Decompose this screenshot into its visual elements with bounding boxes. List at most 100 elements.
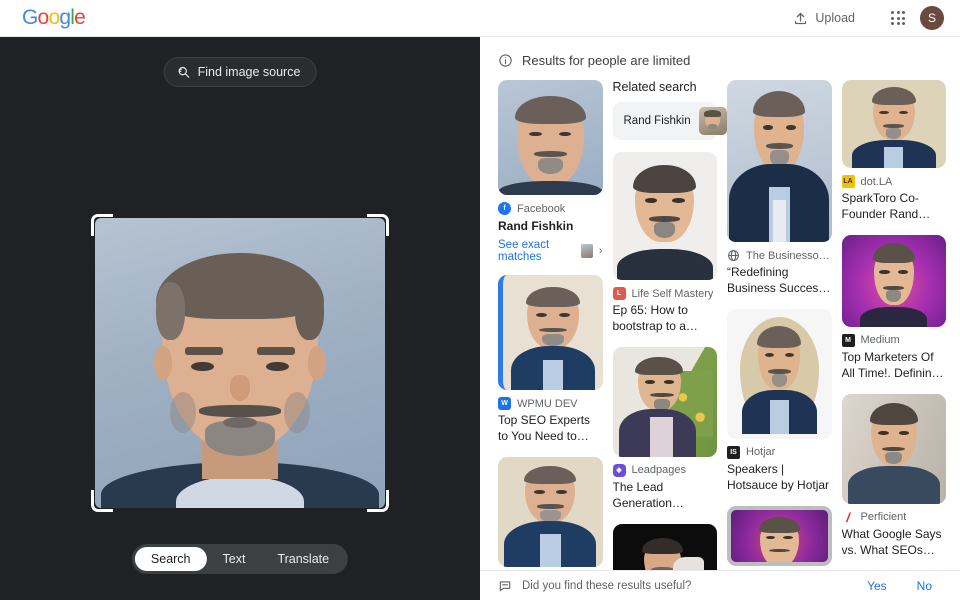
result-title: Ep 65: How to bootstrap to a $45...: [612, 303, 688, 333]
portrait-illustration: [613, 524, 718, 570]
result-source-name: Facebook: [517, 202, 566, 215]
result-source-name: Life Self Mastery: [631, 287, 714, 300]
result-card-facebook[interactable]: f Facebook Rand Fishkin See exact matche…: [498, 80, 603, 263]
result-card-hotjar[interactable]: IS Hotjar Speakers | Hotsauce by Hotjar: [727, 308, 832, 494]
upload-label: Upload: [815, 11, 855, 25]
result-thumbnail[interactable]: [727, 80, 832, 242]
google-apps-button[interactable]: [886, 6, 910, 30]
app-header: Google Upload S: [0, 0, 960, 37]
result-thumbnail[interactable]: [498, 80, 603, 195]
avatar[interactable]: S: [920, 6, 944, 30]
result-card-dot-la[interactable]: LA dot.LA SparkToro Co-Founder Rand Fish…: [841, 80, 947, 223]
result-thumbnail[interactable]: [841, 393, 947, 504]
exact-match-thumbnail: [581, 244, 593, 258]
results-notice: Results for people are limited: [480, 37, 960, 80]
portrait-illustration: [503, 275, 603, 390]
leadpages-icon: ◈: [612, 463, 626, 477]
result-source-name: The Businessolog...: [746, 249, 832, 262]
tab-translate[interactable]: Translate: [261, 547, 345, 571]
find-image-source-button[interactable]: Find image source: [163, 57, 317, 87]
result-title: Top Marketers Of All Time!. Defining the…: [841, 349, 939, 380]
tab-text[interactable]: Text: [207, 547, 262, 571]
result-source-row: LA dot.LA: [841, 175, 947, 188]
result-thumbnail[interactable]: [498, 275, 603, 390]
related-search-label: Rand Fishkin: [623, 115, 691, 127]
related-search-item-rand-fishkin[interactable]: Rand Fishkin: [612, 102, 727, 140]
portrait-illustration: [842, 394, 947, 504]
results-scroll-area[interactable]: f Facebook Rand Fishkin See exact matche…: [480, 80, 960, 570]
main-image[interactable]: [95, 218, 385, 508]
related-search-thumbnail: [698, 107, 727, 135]
result-thumbnail[interactable]: [612, 523, 718, 570]
portrait-illustration: [613, 152, 718, 280]
feedback-no-button[interactable]: No: [907, 579, 942, 593]
feedback-yes-button[interactable]: Yes: [857, 579, 897, 593]
apps-grid-icon: [891, 11, 905, 25]
dot-la-icon: LA: [841, 175, 855, 188]
result-source-row: ◈ Leadpages: [612, 463, 718, 477]
portrait-illustration: [498, 80, 603, 195]
result-source-name: WPMU DEV: [517, 397, 578, 410]
portrait-illustration: [727, 309, 832, 439]
portrait-illustration: [842, 80, 947, 168]
result-thumbnail[interactable]: [841, 234, 947, 327]
result-source-name: Leadpages: [631, 464, 686, 477]
portrait-illustration: [613, 347, 718, 457]
result-card-medium[interactable]: M Medium Top Marketers Of All Time!. Def…: [841, 234, 947, 382]
logo-letter-6: e: [74, 6, 86, 29]
result-card-leadpages[interactable]: ◈ Leadpages The Lead Generation Podcast …: [612, 346, 718, 512]
result-source-row: W WPMU DEV: [498, 397, 603, 410]
results-column-3: The Businessolog... “Redefining Business…: [727, 80, 832, 566]
result-thumbnail[interactable]: [612, 152, 718, 280]
results-column-4: LA dot.LA SparkToro Co-Founder Rand Fish…: [841, 80, 947, 559]
result-title: “Redefining Business Success with...: [727, 265, 825, 295]
result-source-row: f Facebook: [498, 202, 603, 215]
logo-letter-3: o: [48, 6, 60, 29]
result-card-partial-bottom-2[interactable]: [612, 523, 718, 570]
mode-tab-bar: Search Text Translate: [131, 544, 349, 574]
result-card-partial-bottom-3[interactable]: [727, 505, 832, 566]
result-source-name: Hotjar: [746, 446, 776, 459]
perficient-icon: /: [846, 510, 850, 524]
result-source-row: M Medium: [841, 333, 947, 347]
upload-icon: [793, 11, 808, 26]
results-column-1: f Facebook Rand Fishkin See exact matche…: [498, 80, 603, 570]
wpmu-dev-icon: W: [498, 397, 511, 410]
result-source-name: Medium: [860, 334, 900, 347]
result-thumbnail[interactable]: [727, 505, 832, 566]
result-title: What Google Says vs. What SEOs Believe, …: [841, 526, 942, 557]
result-source-name: Perficient: [860, 511, 907, 524]
feedback-bar: Did you find these results useful? Yes N…: [480, 570, 960, 600]
result-title: Top SEO Experts to You Need to Follow t.…: [498, 413, 591, 443]
upload-button[interactable]: Upload: [784, 6, 864, 31]
result-card-life-self-mastery[interactable]: L Life Self Mastery Ep 65: How to bootst…: [612, 152, 718, 335]
portrait-illustration: [842, 235, 947, 327]
result-thumbnail[interactable]: [727, 308, 832, 439]
life-self-mastery-icon: L: [612, 287, 626, 300]
image-viewer-panel: Find image source Search Text Translate: [0, 37, 480, 600]
image-search-icon: [177, 65, 191, 79]
result-source-row: L Life Self Mastery: [612, 287, 718, 300]
google-logo[interactable]: Google: [22, 6, 86, 30]
see-exact-matches-link[interactable]: See exact matches ›: [498, 239, 603, 263]
info-icon: [498, 53, 513, 68]
tab-search[interactable]: Search: [134, 547, 207, 571]
result-person-name: Rand Fishkin: [498, 219, 574, 233]
result-card-perficient[interactable]: / Perficient What Google Says vs. What S…: [841, 393, 947, 559]
result-card-wpmu-dev[interactable]: W WPMU DEV Top SEO Experts to You Need t…: [498, 275, 603, 445]
result-thumbnail[interactable]: [841, 80, 947, 168]
result-title: SparkToro Co-Founder Rand Fishki...: [841, 191, 919, 221]
result-card-businessology[interactable]: The Businessolog... “Redefining Business…: [727, 80, 832, 297]
result-thumbnail[interactable]: [612, 346, 718, 457]
result-title: The Lead Generation Podcast by...: [612, 479, 672, 510]
results-notice-text: Results for people are limited: [522, 53, 691, 68]
result-thumbnail[interactable]: [498, 456, 603, 567]
app-body: Find image source Search Text Translate …: [0, 37, 960, 600]
crop-region[interactable]: [91, 214, 389, 512]
find-image-source-label: Find image source: [197, 65, 301, 79]
logo-letter-2: o: [37, 6, 50, 29]
feedback-icon: [498, 579, 512, 593]
result-card-partial-bottom-1[interactable]: [498, 456, 603, 570]
result-title: Speakers | Hotsauce by Hotjar: [727, 461, 830, 492]
portrait-illustration: [498, 457, 603, 567]
